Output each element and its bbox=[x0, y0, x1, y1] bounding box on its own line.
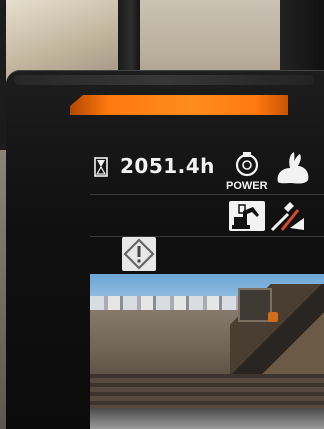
status-bar bbox=[70, 95, 288, 115]
warning-diamond-icon bbox=[122, 237, 156, 271]
rabbit-icon bbox=[277, 152, 309, 184]
cab-pillar bbox=[118, 0, 140, 78]
camera-bottom-edge bbox=[90, 408, 324, 429]
hour-meter-value: 2051.4h bbox=[120, 154, 215, 178]
power-mode-icon bbox=[235, 152, 259, 177]
camera-cone bbox=[268, 312, 278, 322]
hourglass-icon bbox=[94, 157, 108, 177]
divider bbox=[90, 194, 324, 195]
bezel-gloss bbox=[14, 75, 314, 85]
cab-pillar-right bbox=[280, 0, 324, 70]
excavator-work-mode-icon bbox=[229, 201, 265, 231]
rear-camera-feed bbox=[90, 274, 324, 429]
camera-machine-cab bbox=[238, 288, 272, 322]
attachment-tools-icon bbox=[270, 202, 304, 232]
power-mode-label: POWER bbox=[226, 180, 268, 192]
